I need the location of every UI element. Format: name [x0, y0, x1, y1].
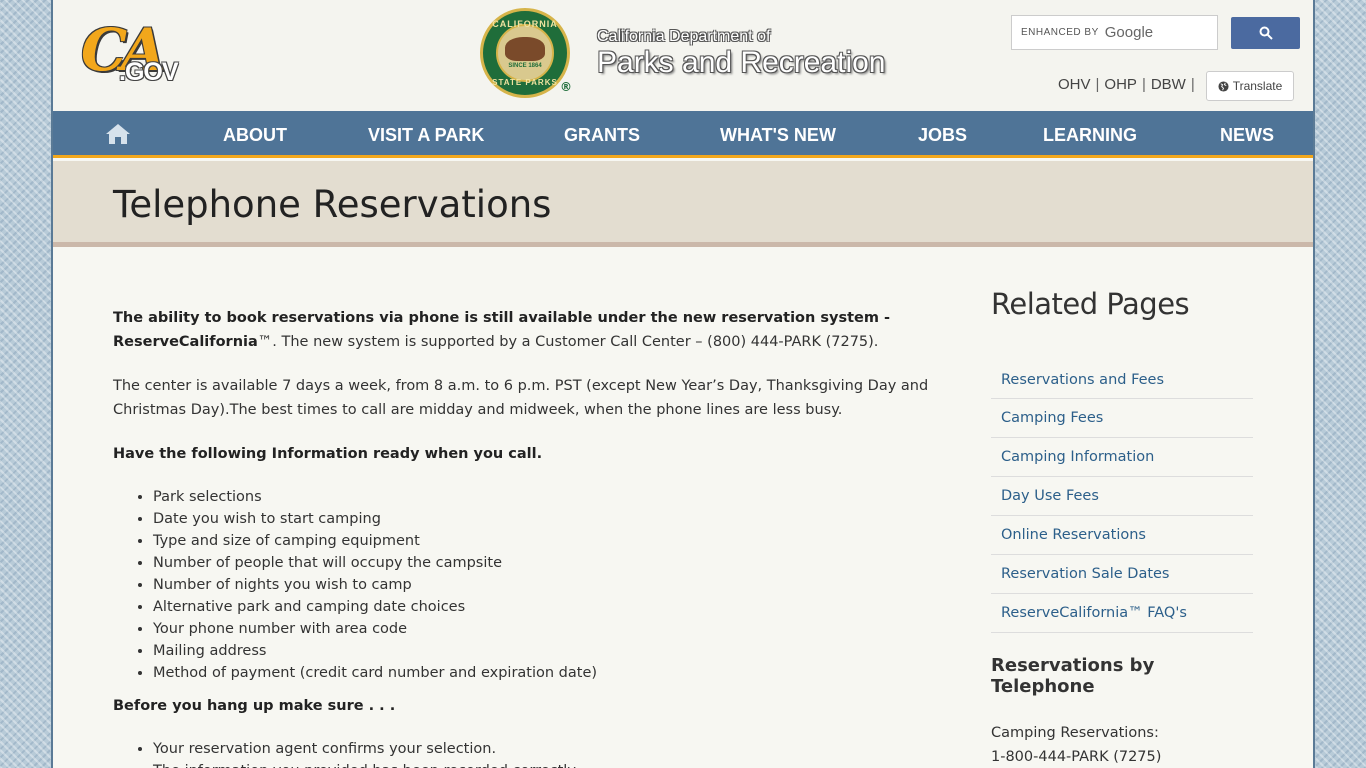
hangup-list: Your reservation agent confirms your sel… [153, 738, 953, 768]
department-subtitle: California Department of [597, 28, 771, 45]
list-item: Reservations and Fees [991, 361, 1253, 399]
list-item: The information you provided has been re… [153, 760, 953, 768]
list-item: Date you wish to start camping [153, 508, 953, 530]
reservations-by-telephone-heading: Reservations by Telephone [991, 655, 1155, 697]
link-separator: | [1141, 76, 1146, 93]
translate-button[interactable]: Translate [1206, 71, 1294, 101]
list-item: Alternative park and camping date choice… [153, 596, 953, 618]
related-pages-title: Related Pages [991, 287, 1190, 321]
list-item: Reservation Sale Dates [991, 555, 1253, 594]
seal-center: SINCE 1864 [496, 24, 554, 82]
intro-paragraph: The ability to book reservations via pho… [113, 306, 953, 354]
nav-jobs[interactable]: JOBS [918, 125, 967, 146]
translate-label: Translate [1232, 79, 1283, 93]
list-item: Method of payment (credit card number an… [153, 662, 953, 684]
globe-icon [1218, 80, 1229, 92]
search-google-label: Google [1104, 24, 1154, 41]
link-separator: | [1095, 76, 1100, 93]
nav-about[interactable]: ABOUT [223, 125, 287, 146]
bear-icon [505, 37, 545, 61]
related-pages-list: Reservations and Fees Camping Fees Campi… [991, 361, 1253, 633]
list-item: Mailing address [153, 640, 953, 662]
info-heading: Have the following Information ready whe… [113, 446, 543, 462]
list-item: Park selections [153, 486, 953, 508]
search-button[interactable] [1231, 17, 1300, 49]
page-title: Telephone Reservations [113, 183, 552, 226]
list-item: Your reservation agent confirms your sel… [153, 738, 953, 760]
seal-top-text: CALIFORNIA [492, 19, 558, 29]
link-separator: | [1190, 76, 1195, 93]
nav-news[interactable]: NEWS [1220, 125, 1274, 146]
seal-bottom-text: STATE PARKS [492, 78, 558, 87]
nav-visit-a-park[interactable]: VISIT A PARK [368, 125, 484, 146]
hours-paragraph: The center is available 7 days a week, f… [113, 378, 929, 418]
seal-since-text: SINCE 1864 [508, 63, 542, 69]
registered-mark: ® [560, 80, 572, 94]
list-item: Online Reservations [991, 516, 1253, 555]
nav-whats-new[interactable]: WHAT'S NEW [720, 125, 836, 146]
sidebar: Related Pages Reservations and Fees Camp… [991, 287, 1253, 768]
search-input[interactable]: ENHANCED BY Google [1011, 15, 1218, 50]
top-links: OHV | OHP | DBW | [1058, 76, 1200, 93]
state-parks-seal[interactable]: CALIFORNIA SINCE 1864 STATE PARKS [480, 8, 570, 98]
search-enhanced-label: ENHANCED BY [1021, 27, 1099, 38]
link-reservations-and-fees[interactable]: Reservations and Fees [1001, 372, 1164, 388]
ca-gov-logo[interactable]: CA .GOV [81, 18, 179, 94]
camping-reservations-label: Camping Reservations: [991, 725, 1159, 741]
list-item: Camping Fees [991, 399, 1253, 438]
gov-logo-text: .GOV [119, 58, 179, 86]
department-title-link[interactable]: California Department of Parks and Recre… [597, 28, 886, 80]
link-camping-information[interactable]: Camping Information [1001, 449, 1154, 465]
dbw-link[interactable]: DBW [1151, 76, 1186, 93]
ohv-link[interactable]: OHV [1058, 76, 1091, 93]
info-list: Park selections Date you wish to start c… [153, 486, 953, 684]
camping-reservations-info: Camping Reservations: 1-800-444-PARK (72… [991, 721, 1253, 768]
search-icon [1259, 26, 1273, 40]
ohp-link[interactable]: OHP [1104, 76, 1137, 93]
link-reservecalifornia-faqs[interactable]: ReserveCalifornia™ FAQ's [1001, 605, 1187, 621]
title-band: Telephone Reservations [53, 161, 1313, 247]
list-item: Day Use Fees [991, 477, 1253, 516]
intro-rest-text: ™. The new system is supported by a Cust… [257, 334, 879, 350]
link-day-use-fees[interactable]: Day Use Fees [1001, 488, 1099, 504]
list-item: Your phone number with area code [153, 618, 953, 640]
list-item: Number of people that will occupy the ca… [153, 552, 953, 574]
page-container: CA .GOV CALIFORNIA SINCE 1864 STATE PARK… [51, 0, 1315, 768]
link-online-reservations[interactable]: Online Reservations [1001, 527, 1146, 543]
site-header: CA .GOV CALIFORNIA SINCE 1864 STATE PARK… [53, 0, 1313, 111]
nav-learning[interactable]: LEARNING [1043, 125, 1137, 146]
camping-reservations-phone: 1-800-444-PARK (7275) [991, 749, 1162, 765]
list-item: Number of nights you wish to camp [153, 574, 953, 596]
main-nav: ABOUT VISIT A PARK GRANTS WHAT'S NEW JOB… [53, 111, 1313, 158]
list-item: Camping Information [991, 438, 1253, 477]
before-hangup-heading: Before you hang up make sure . . . [113, 698, 396, 714]
department-title: Parks and Recreation [597, 46, 886, 79]
nav-grants[interactable]: GRANTS [564, 125, 640, 146]
link-reservation-sale-dates[interactable]: Reservation Sale Dates [1001, 566, 1170, 582]
link-camping-fees[interactable]: Camping Fees [1001, 410, 1103, 426]
home-icon [106, 124, 130, 144]
main-content: The ability to book reservations via pho… [113, 306, 953, 768]
list-item: ReserveCalifornia™ FAQ's [991, 594, 1253, 633]
nav-home[interactable] [105, 122, 131, 146]
list-item: Type and size of camping equipment [153, 530, 953, 552]
